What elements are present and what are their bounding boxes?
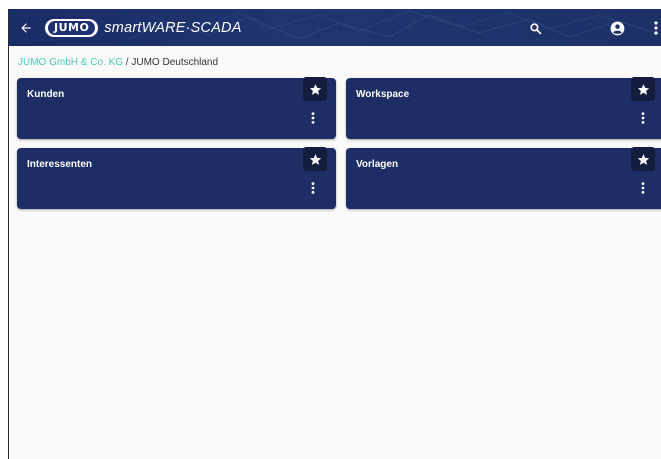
- breadcrumb-current: JUMO Deutschland: [131, 57, 219, 68]
- more-vert-icon: [311, 182, 315, 194]
- tile-label: Workspace: [356, 89, 410, 100]
- tile-menu-button[interactable]: [638, 110, 648, 126]
- jumo-logo: JUMO: [45, 18, 99, 37]
- more-vert-icon: [311, 112, 315, 124]
- app-title: smartWARE·SCADA: [104, 19, 242, 36]
- account-icon: [610, 21, 624, 35]
- more-vert-icon: [641, 112, 645, 124]
- app-window: JUMO smartWARE·SCADA JUMO GmbH & Co. KG …: [8, 9, 661, 459]
- more-vert-icon: [641, 182, 645, 194]
- favorite-button[interactable]: [303, 77, 327, 101]
- breadcrumb: JUMO GmbH & Co. KG / JUMO Deutschland: [18, 57, 218, 68]
- favorite-button[interactable]: [631, 77, 655, 101]
- tile-label: Interessenten: [27, 159, 93, 170]
- tile-menu-button[interactable]: [638, 180, 648, 196]
- star-icon: [309, 153, 321, 165]
- tile-interessenten[interactable]: Interessenten: [17, 147, 336, 209]
- more-options-button[interactable]: [650, 16, 661, 40]
- search-icon: [529, 22, 541, 34]
- app-bar: JUMO smartWARE·SCADA: [9, 9, 661, 46]
- back-arrow-icon: [21, 23, 31, 33]
- tile-label: Vorlagen: [356, 159, 399, 170]
- favorite-button[interactable]: [631, 147, 655, 171]
- back-button[interactable]: [15, 17, 37, 39]
- star-icon: [309, 83, 321, 95]
- account-button[interactable]: [605, 16, 629, 40]
- favorite-button[interactable]: [303, 147, 327, 171]
- tile-vorlagen[interactable]: Vorlagen: [346, 147, 661, 209]
- jumo-logo-text: JUMO: [48, 20, 96, 35]
- tile-label: Kunden: [27, 89, 65, 100]
- search-button[interactable]: [524, 17, 546, 39]
- star-icon: [637, 153, 649, 165]
- tile-menu-button[interactable]: [308, 110, 318, 126]
- star-icon: [637, 83, 649, 95]
- brand[interactable]: JUMO smartWARE·SCADA: [45, 17, 242, 38]
- tile-menu-button[interactable]: [308, 180, 318, 196]
- more-vert-icon: [654, 21, 658, 35]
- tile-workspace[interactable]: Workspace: [346, 77, 661, 139]
- tile-kunden[interactable]: Kunden: [17, 77, 336, 139]
- breadcrumb-parent-link[interactable]: JUMO GmbH & Co. KG: [18, 57, 123, 68]
